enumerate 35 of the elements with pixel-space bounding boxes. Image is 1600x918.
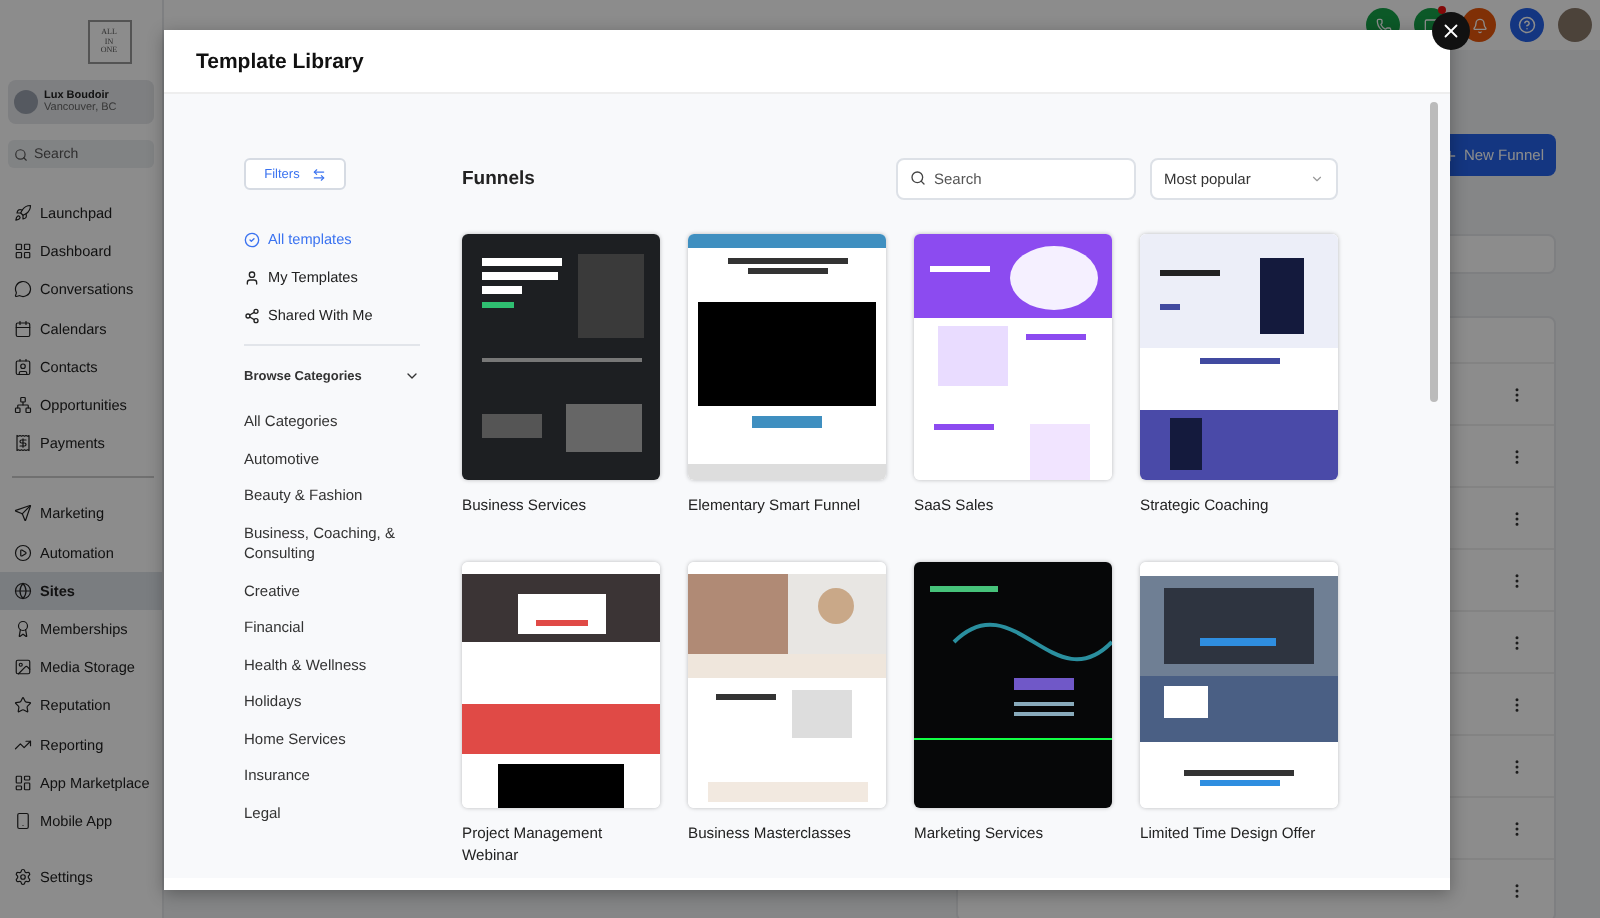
- chevron-icon: [404, 368, 420, 384]
- help-icon[interactable]: [1510, 8, 1544, 42]
- nav-icon: [14, 396, 32, 415]
- nav-icon: [14, 357, 32, 376]
- nav-icon: [14, 242, 32, 261]
- nav-icon: [14, 204, 32, 223]
- nav-icon: [14, 504, 32, 523]
- template-preview[interactable]: [462, 562, 660, 808]
- template-preview[interactable]: [914, 562, 1112, 808]
- nav-icon: [14, 543, 32, 562]
- nav-icon: [14, 434, 32, 453]
- dialog-title: Template Library: [196, 49, 364, 73]
- search-icon: [14, 147, 28, 161]
- swap-arrows-icon: [311, 167, 326, 181]
- nav-icon: [14, 658, 32, 677]
- nav-icon: [14, 619, 32, 638]
- template-preview[interactable]: [1140, 562, 1338, 808]
- nav-icon: [14, 581, 32, 600]
- close-icon: [1440, 20, 1462, 42]
- share-icon: [244, 307, 260, 323]
- nav-icon: [14, 773, 32, 792]
- check-circle-icon: [244, 231, 260, 247]
- user-icon: [244, 269, 260, 285]
- scrollbar[interactable]: [1430, 102, 1438, 402]
- nav-icon: [14, 811, 32, 830]
- nav-icon: [14, 280, 32, 299]
- nav-icon: [14, 319, 32, 338]
- settings-icon: [14, 868, 32, 887]
- section-title: Funnels: [462, 168, 535, 190]
- nav-icon: [14, 735, 32, 754]
- template-preview[interactable]: [688, 234, 886, 480]
- template-preview[interactable]: [462, 234, 660, 480]
- nav-icon: [14, 696, 32, 715]
- template-preview[interactable]: [1140, 234, 1338, 480]
- chevron-icon: [1310, 172, 1324, 186]
